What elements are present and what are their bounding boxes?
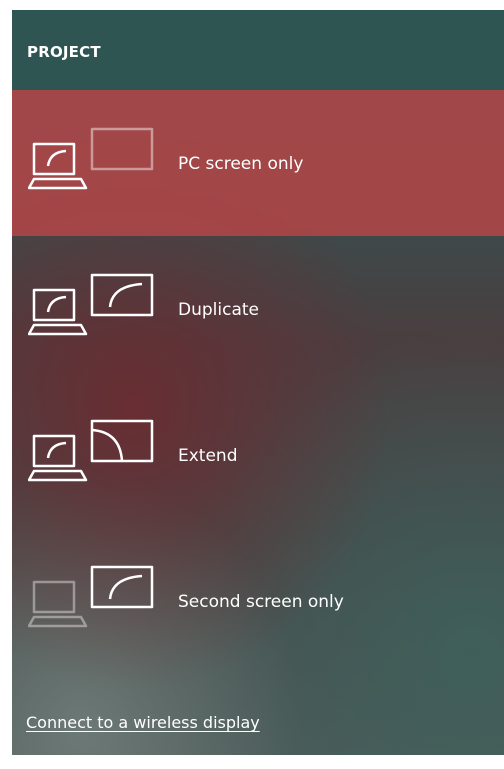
option-label: Duplicate — [178, 300, 259, 320]
option-extend[interactable]: Extend — [12, 382, 504, 528]
duplicate-icon — [28, 273, 154, 336]
pc-screen-only-icon — [28, 127, 154, 190]
option-label: PC screen only — [178, 154, 304, 174]
option-second-screen-only[interactable]: Second screen only — [12, 528, 504, 674]
extend-icon — [28, 419, 154, 482]
option-label: Extend — [178, 446, 238, 466]
panel-title: PROJECT — [27, 43, 101, 61]
option-pc-screen-only[interactable]: PC screen only — [12, 90, 504, 236]
option-duplicate[interactable]: Duplicate — [12, 236, 504, 382]
second-screen-only-icon — [28, 565, 154, 628]
panel-header: PROJECT — [12, 10, 504, 90]
project-panel: PROJECT PC screen only Duplicate Extend … — [12, 10, 504, 755]
connect-wireless-display-link[interactable]: Connect to a wireless display — [26, 713, 260, 732]
option-label: Second screen only — [178, 592, 344, 612]
screenshot-frame: PROJECT PC screen only Duplicate Extend … — [0, 0, 504, 769]
